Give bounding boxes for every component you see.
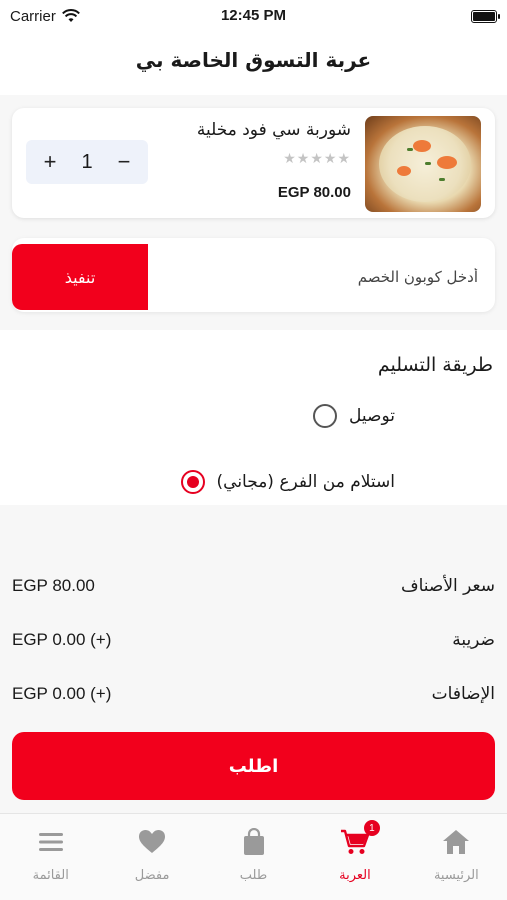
cart-item-card: شوربة سي فود مخلية ★★★★★ EGP 80.00 + 1 −: [12, 108, 495, 218]
tab-label: طلب: [239, 868, 268, 883]
status-bar: Carrier 12:45 PM: [0, 0, 507, 32]
pickup-option[interactable]: استلام من الفرع (مجاني): [161, 470, 395, 494]
summary-label: الإضافات: [431, 684, 495, 704]
summary-value: EGP 80.00: [12, 576, 95, 595]
delivery-method-panel: طريقة التسليم توصيل استلام من الفرع (مجا…: [0, 330, 507, 505]
wifi-icon: [61, 9, 80, 22]
apply-coupon-button[interactable]: تنفيذ: [12, 244, 148, 310]
rating-stars: ★★★★★: [283, 151, 351, 167]
tab-home[interactable]: الرئيسية: [406, 814, 507, 900]
page-title: عربة التسوق الخاصة بي: [135, 48, 372, 72]
summary-row-addons: الإضافات EGP 0.00 (+): [12, 684, 495, 704]
battery-icon: [471, 9, 500, 23]
product-image: [365, 116, 481, 212]
delivery-radio[interactable]: [313, 404, 338, 428]
summary-label: سعر الأصناف: [400, 576, 495, 596]
tab-orders[interactable]: طلب: [203, 814, 304, 900]
summary-row-tax: ضريبة EGP 0.00 (+): [12, 630, 495, 650]
quantity-value: 1: [81, 150, 93, 173]
increase-button[interactable]: +: [38, 149, 62, 175]
menu-icon: [38, 826, 64, 858]
coupon-input[interactable]: [152, 244, 492, 310]
tab-bar: القائمة مفضل طلب 1 العربة الرئيسية: [0, 813, 507, 900]
carrier-label: Carrier: [10, 7, 56, 25]
home-icon: [442, 826, 470, 858]
summary-value: EGP 0.00 (+): [12, 630, 112, 649]
summary-row-items: سعر الأصناف EGP 80.00: [12, 576, 495, 596]
pickup-option-label: استلام من الفرع (مجاني): [216, 472, 395, 492]
summary-label: ضريبة: [452, 630, 495, 650]
tab-favorites[interactable]: مفضل: [101, 814, 202, 900]
cart-badge: 1: [363, 820, 380, 836]
tab-menu[interactable]: القائمة: [0, 814, 101, 900]
decrease-button[interactable]: −: [112, 149, 136, 175]
heart-icon: [138, 826, 166, 858]
product-name: شوربة سي فود مخلية: [196, 120, 351, 140]
bag-icon: [242, 826, 266, 858]
coupon-card: تنفيذ: [12, 238, 495, 312]
cart-icon: 1: [340, 820, 380, 858]
tab-cart[interactable]: 1 العربة: [304, 814, 405, 900]
tab-label: الرئيسية: [433, 868, 479, 883]
place-order-button[interactable]: اطلب: [12, 732, 495, 800]
delivery-option-label: توصيل: [349, 406, 395, 426]
tab-label: مفضل: [134, 868, 170, 883]
summary-value: EGP 0.00 (+): [12, 684, 112, 703]
delivery-option[interactable]: توصيل: [293, 404, 395, 428]
delivery-method-title: طريقة التسليم: [377, 354, 493, 376]
status-left: Carrier: [10, 8, 80, 25]
product-price: EGP 80.00: [277, 184, 351, 201]
tab-label: القائمة: [32, 868, 69, 883]
quantity-stepper: + 1 −: [26, 140, 148, 184]
pickup-radio[interactable]: [180, 470, 205, 494]
tab-label: العربة: [339, 868, 371, 883]
